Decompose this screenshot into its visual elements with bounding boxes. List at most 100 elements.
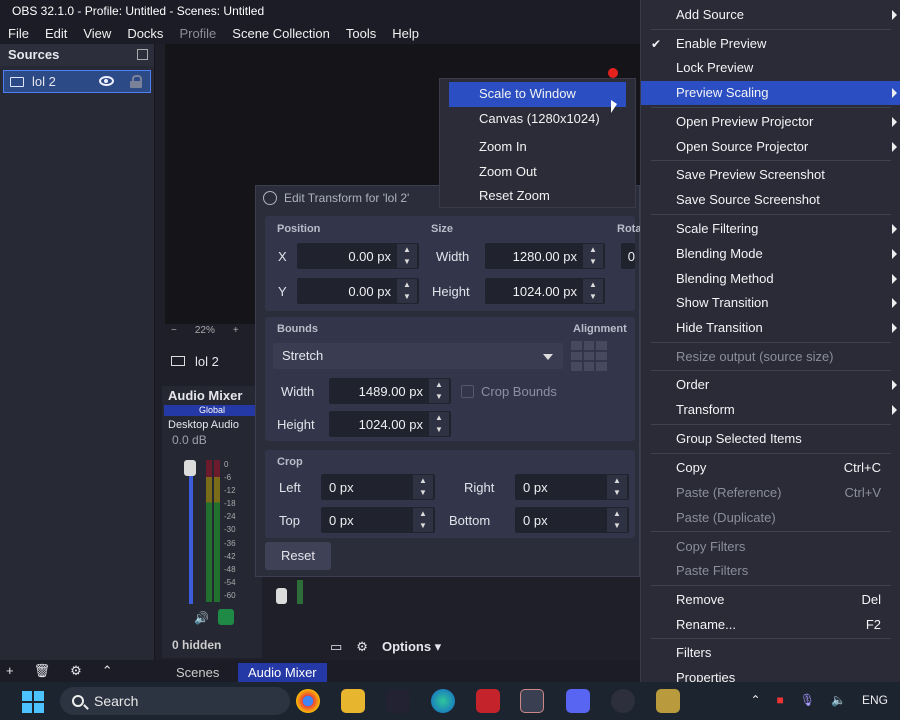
- menu-item-blending-mode[interactable]: Blending Mode: [641, 242, 900, 266]
- menu-item-save-source-screenshot[interactable]: Save Source Screenshot: [641, 188, 900, 212]
- app-icon[interactable]: [386, 689, 410, 713]
- league-client-icon[interactable]: [520, 689, 544, 713]
- crop-top-input[interactable]: 0 px ▲ ▼: [321, 507, 435, 533]
- source-item[interactable]: lol 2: [3, 70, 151, 93]
- menu-help[interactable]: Help: [384, 26, 427, 41]
- tab-scenes[interactable]: Scenes: [166, 663, 229, 682]
- headphones-icon[interactable]: [218, 609, 234, 625]
- trash-icon[interactable]: 🗑: [34, 663, 51, 679]
- chevron-up-icon[interactable]: ⌃: [750, 693, 760, 707]
- menu-docks[interactable]: Docks: [119, 26, 171, 41]
- menu-profile[interactable]: Profile: [171, 26, 224, 41]
- spin-arrows-icon[interactable]: ▲ ▼: [413, 508, 433, 532]
- eye-icon[interactable]: [99, 76, 114, 86]
- menu-item-enable-preview[interactable]: ✔ Enable Preview: [641, 32, 900, 56]
- menu-item-filters[interactable]: Filters: [641, 641, 900, 665]
- crop-bottom-input[interactable]: 0 px ▲ ▼: [515, 507, 629, 533]
- menu-item-open-source-projector[interactable]: Open Source Projector: [641, 135, 900, 159]
- microphone-icon[interactable]: 🎙: [800, 693, 815, 707]
- menu-item-zoom-out[interactable]: Zoom Out: [440, 160, 635, 185]
- app-icon[interactable]: [476, 689, 500, 713]
- menu-item-scale-filtering[interactable]: Scale Filtering: [641, 217, 900, 241]
- alignment-grid[interactable]: [571, 341, 607, 371]
- bounds-height-input[interactable]: 1024.00 px ▲ ▼: [329, 411, 451, 437]
- position-x-input[interactable]: 0.00 px ▲ ▼: [297, 243, 419, 269]
- rotation-input[interactable]: 0: [621, 243, 635, 269]
- tray-app-icon[interactable]: ■: [777, 693, 784, 707]
- second-fader-handle[interactable]: [276, 588, 287, 604]
- menu-item-add-source[interactable]: Add Source: [641, 3, 900, 27]
- menu-item-paste-duplicate[interactable]: Paste (Duplicate): [641, 506, 900, 530]
- gear-icon[interactable]: ⚙: [70, 663, 82, 679]
- menu-item-zoom-in[interactable]: Zoom In: [440, 135, 635, 160]
- menu-file[interactable]: File: [0, 26, 37, 41]
- menu-item-hide-transition[interactable]: Hide Transition: [641, 316, 900, 340]
- options-button[interactable]: Options ▾: [382, 639, 441, 655]
- reset-button[interactable]: Reset: [265, 542, 331, 570]
- menu-item-reset-zoom[interactable]: Reset Zoom: [440, 184, 635, 209]
- layout-icon[interactable]: ▭: [330, 639, 342, 655]
- volume-fader-track[interactable]: [189, 464, 193, 604]
- bounds-width-input[interactable]: 1489.00 px ▲ ▼: [329, 378, 451, 404]
- menu-item-paste-reference[interactable]: Paste (Reference) Ctrl+V: [641, 481, 900, 505]
- crop-right-input[interactable]: 0 px ▲ ▼: [515, 474, 629, 500]
- scene-item[interactable]: lol 2: [165, 350, 265, 372]
- spin-arrows-icon[interactable]: ▲ ▼: [413, 475, 433, 499]
- menu-item-transform[interactable]: Transform: [641, 398, 900, 422]
- gear-icon[interactable]: ⚙: [356, 639, 368, 655]
- add-icon[interactable]: +: [6, 663, 14, 679]
- spin-arrows-icon[interactable]: ▲ ▼: [583, 244, 603, 268]
- menu-item-blending-method[interactable]: Blending Method: [641, 267, 900, 291]
- spin-arrows-icon[interactable]: ▲ ▼: [397, 279, 417, 303]
- spin-arrows-icon[interactable]: ▲ ▼: [429, 412, 449, 436]
- menu-edit[interactable]: Edit: [37, 26, 75, 41]
- lock-icon[interactable]: [130, 75, 142, 88]
- menu-item-copy[interactable]: Copy Ctrl+C: [641, 456, 900, 480]
- zoom-in-button[interactable]: +: [233, 325, 239, 336]
- spin-arrows-icon[interactable]: ▲ ▼: [397, 244, 417, 268]
- menu-item-paste-filters[interactable]: Paste Filters: [641, 559, 900, 583]
- file-explorer-icon[interactable]: [341, 689, 365, 713]
- menu-item-group-selected[interactable]: Group Selected Items: [641, 427, 900, 451]
- discord-icon[interactable]: [566, 689, 590, 713]
- menu-item-copy-filters[interactable]: Copy Filters: [641, 535, 900, 559]
- chevron-up-icon[interactable]: ⌃: [102, 663, 113, 679]
- obs-icon[interactable]: [611, 689, 635, 713]
- tab-audio-mixer[interactable]: Audio Mixer: [238, 663, 327, 682]
- spin-arrows-icon[interactable]: ▲ ▼: [607, 475, 627, 499]
- windows-start-icon[interactable]: [22, 691, 44, 713]
- menu-item-preview-scaling[interactable]: Preview Scaling: [641, 81, 900, 105]
- volume-fader-handle[interactable]: [184, 460, 196, 476]
- speaker-icon[interactable]: 🔊: [194, 611, 209, 625]
- menu-item-resize-output[interactable]: Resize output (source size): [641, 345, 900, 369]
- app-icon[interactable]: [656, 689, 680, 713]
- menu-item-save-preview-screenshot[interactable]: Save Preview Screenshot: [641, 163, 900, 187]
- menu-item-rename[interactable]: Rename... F2: [641, 613, 900, 637]
- chrome-icon[interactable]: [296, 689, 320, 713]
- crop-bounds-checkbox[interactable]: [461, 385, 474, 398]
- bounds-type-select[interactable]: Stretch: [273, 343, 563, 369]
- spin-arrows-icon[interactable]: ▲ ▼: [583, 279, 603, 303]
- edge-icon[interactable]: [431, 689, 455, 713]
- size-width-input[interactable]: 1280.00 px ▲ ▼: [485, 243, 605, 269]
- speaker-icon[interactable]: 🔈: [831, 693, 846, 707]
- menu-view[interactable]: View: [75, 26, 119, 41]
- language-indicator[interactable]: ENG: [862, 693, 888, 707]
- menu-item-scale-to-window[interactable]: Scale to Window: [449, 82, 626, 107]
- menu-item-remove[interactable]: Remove Del: [641, 588, 900, 612]
- size-height-input[interactable]: 1024.00 px ▲ ▼: [485, 278, 605, 304]
- menu-item-show-transition[interactable]: Show Transition: [641, 291, 900, 315]
- undock-icon[interactable]: [137, 49, 148, 60]
- menu-item-order[interactable]: Order: [641, 373, 900, 397]
- spin-arrows-icon[interactable]: ▲ ▼: [429, 379, 449, 403]
- position-y-input[interactable]: 0.00 px ▲ ▼: [297, 278, 419, 304]
- menu-item-canvas[interactable]: Canvas (1280x1024): [440, 107, 635, 132]
- taskbar-search[interactable]: Search: [60, 687, 290, 715]
- menu-tools[interactable]: Tools: [338, 26, 384, 41]
- menu-scene-collection[interactable]: Scene Collection: [224, 26, 338, 41]
- menu-item-open-preview-projector[interactable]: Open Preview Projector: [641, 110, 900, 134]
- zoom-out-button[interactable]: −: [171, 325, 177, 336]
- spin-arrows-icon[interactable]: ▲ ▼: [607, 508, 627, 532]
- menu-item-lock-preview[interactable]: Lock Preview: [641, 56, 900, 80]
- crop-left-input[interactable]: 0 px ▲ ▼: [321, 474, 435, 500]
